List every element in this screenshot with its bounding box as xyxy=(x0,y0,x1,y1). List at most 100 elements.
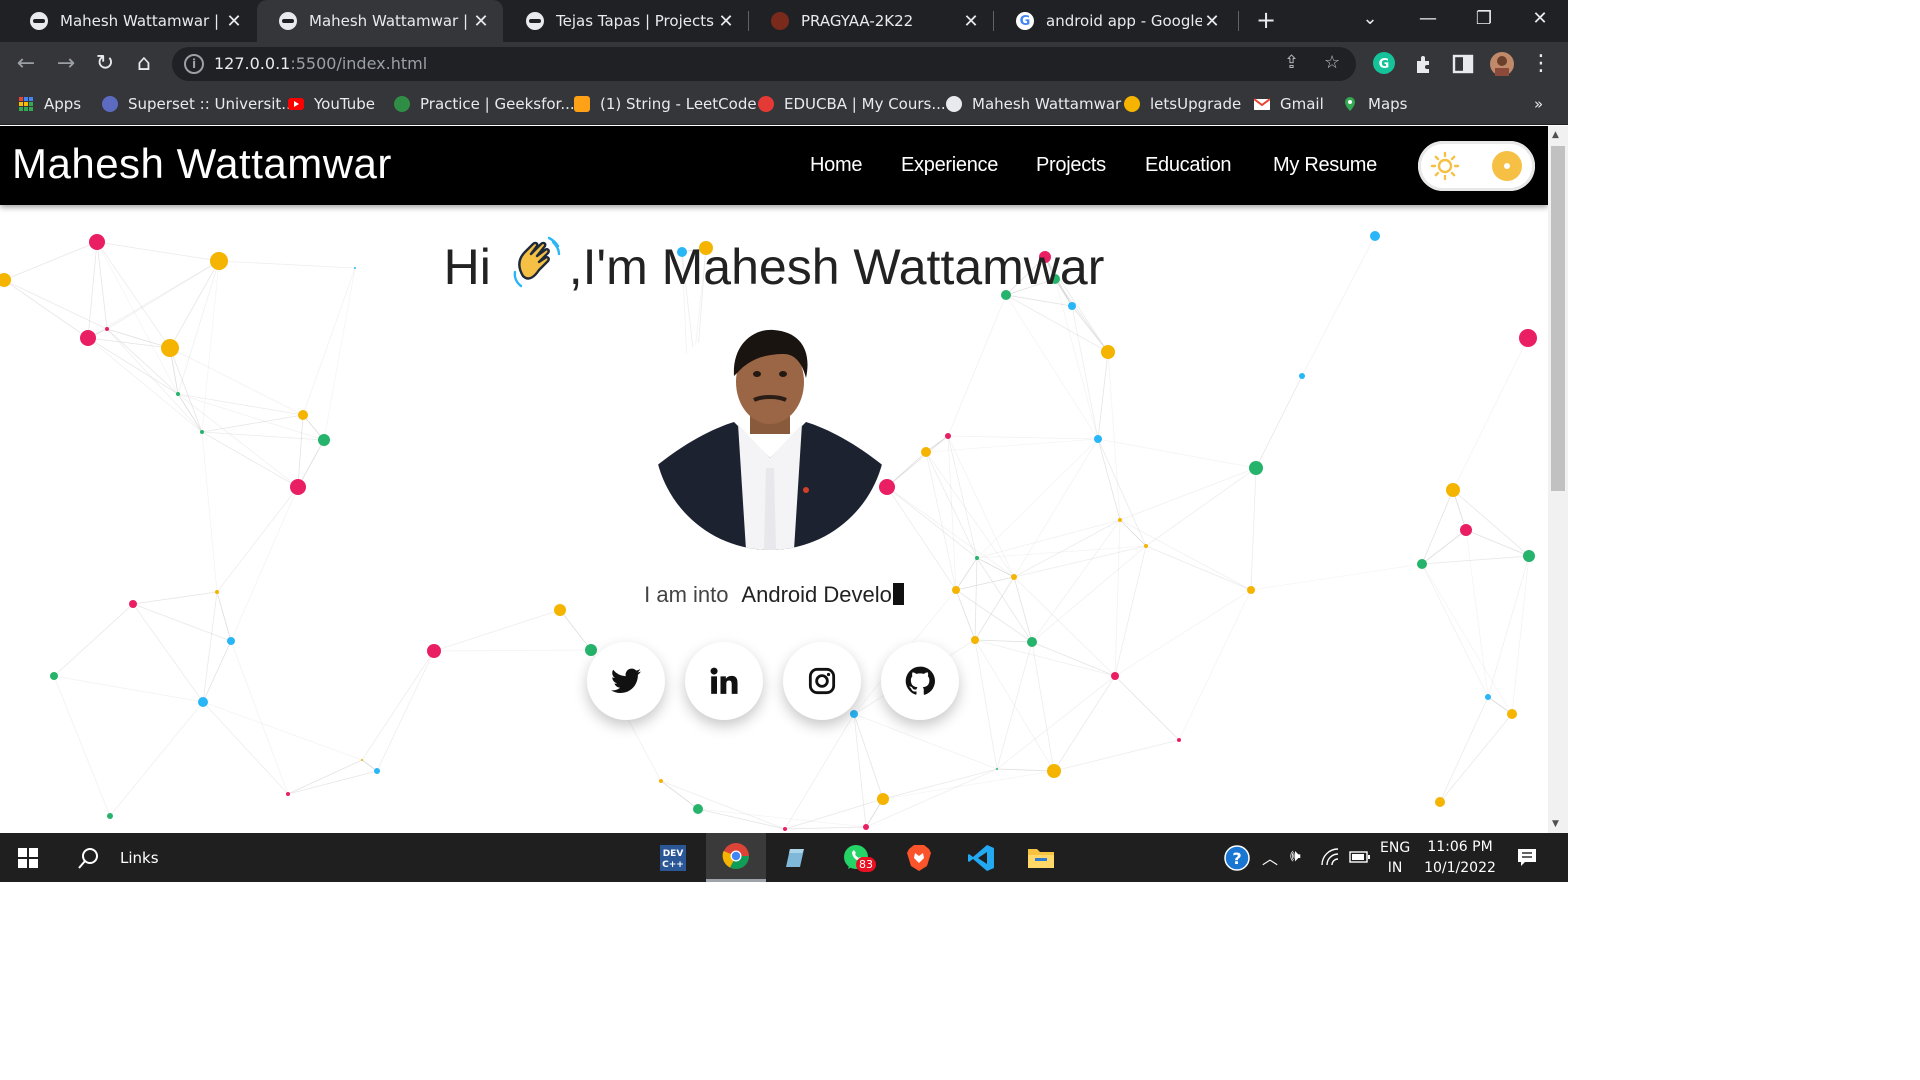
particle-link xyxy=(976,519,1121,559)
twitter-link[interactable] xyxy=(587,642,665,720)
show-hidden-icons-chevron-icon[interactable]: ︿ xyxy=(1262,845,1278,869)
tab-home[interactable]: Mahesh Wattamwar | Home ✕ xyxy=(257,0,503,42)
nav-projects[interactable]: Projects xyxy=(1036,154,1106,177)
restore-button[interactable]: ❐ xyxy=(1456,0,1512,42)
notifications-icon[interactable] xyxy=(1517,848,1537,868)
grammarly-icon[interactable]: G xyxy=(1373,52,1395,74)
wifi-icon[interactable] xyxy=(1320,848,1340,866)
windows-start-icon[interactable] xyxy=(18,848,38,868)
nav-home[interactable]: Home xyxy=(810,154,862,177)
help-icon[interactable]: ? xyxy=(1224,845,1250,871)
tab-pragyaa[interactable]: PRAGYAA-2K22 ✕ xyxy=(749,0,993,42)
particle-link xyxy=(1031,519,1121,643)
svg-text:G: G xyxy=(1379,57,1390,72)
taskbar-chrome[interactable] xyxy=(706,833,766,882)
close-tab-icon[interactable]: ✕ xyxy=(224,11,244,32)
particle-link xyxy=(216,486,299,593)
side-panel-icon[interactable] xyxy=(1452,53,1474,75)
close-tab-icon[interactable]: ✕ xyxy=(1202,11,1222,32)
reload-icon[interactable]: ↻ xyxy=(91,50,119,78)
particle-link xyxy=(947,435,978,559)
site-info-icon[interactable]: i xyxy=(184,54,204,74)
close-window-button[interactable]: ✕ xyxy=(1512,0,1568,42)
educba-icon xyxy=(758,96,774,112)
taskbar-file-explorer[interactable] xyxy=(1014,833,1068,882)
particle-dot xyxy=(286,792,290,796)
particle-link xyxy=(106,328,171,349)
search-icon[interactable] xyxy=(78,847,100,869)
taskbar-notes[interactable] xyxy=(770,833,820,882)
bookmark-star-icon[interactable]: ☆ xyxy=(1324,52,1340,73)
bookmark-educba[interactable]: EDUCBA | My Cours... xyxy=(758,94,946,114)
bookmarks-overflow-button[interactable]: » xyxy=(1534,94,1543,114)
taskbar-search-label[interactable]: Links xyxy=(120,849,159,867)
tab-google-search[interactable]: G android app - Google Search ✕ xyxy=(994,0,1234,42)
tab-title: Mahesh Wattamwar | Projects xyxy=(60,12,224,30)
bookmark-superset[interactable]: Superset :: Universit... xyxy=(102,94,296,114)
nav-experience[interactable]: Experience xyxy=(901,154,998,177)
taskbar-devcpp[interactable]: DEV C++ xyxy=(648,833,698,882)
github-link[interactable] xyxy=(881,642,959,720)
particle-link xyxy=(1511,555,1530,715)
tab-title: PRAGYAA-2K22 xyxy=(801,12,914,30)
scroll-up-arrow-icon[interactable]: ▲ xyxy=(1552,130,1559,140)
clock[interactable]: 11:06 PM 10/1/2022 xyxy=(1424,837,1496,879)
close-tab-icon[interactable]: ✕ xyxy=(471,11,491,32)
particle-dot xyxy=(1011,574,1017,580)
scrollbar-thumb[interactable] xyxy=(1551,146,1565,491)
bookmark-gmail[interactable]: Gmail xyxy=(1254,94,1324,114)
particle-dot xyxy=(1027,637,1037,647)
particle-link xyxy=(202,591,218,703)
home-icon[interactable]: ⌂ xyxy=(130,50,158,78)
particle-link xyxy=(1465,529,1530,557)
theme-toggle[interactable] xyxy=(1418,141,1535,191)
particle-dot xyxy=(50,672,58,680)
new-tab-button[interactable]: + xyxy=(1252,6,1280,34)
particle-dot xyxy=(1047,764,1061,778)
extensions-puzzle-icon[interactable] xyxy=(1413,53,1435,75)
site-brand[interactable]: Mahesh Wattamwar xyxy=(12,140,392,188)
particle-link xyxy=(853,713,998,770)
particle-link xyxy=(784,826,867,830)
particle-link xyxy=(947,435,1099,440)
bookmark-label: YouTube xyxy=(314,95,375,113)
linkedin-link[interactable] xyxy=(685,642,763,720)
battery-icon[interactable] xyxy=(1349,851,1371,863)
close-tab-icon[interactable]: ✕ xyxy=(961,11,981,32)
particle-link xyxy=(1421,529,1467,565)
profile-avatar[interactable] xyxy=(1490,52,1514,76)
particle-dot xyxy=(298,410,308,420)
bookmark-letsupgrade[interactable]: letsUpgrade xyxy=(1124,94,1241,114)
bookmark-apps[interactable]: Apps xyxy=(18,94,81,114)
particle-link xyxy=(976,557,1015,578)
taskbar-brave[interactable] xyxy=(892,833,946,882)
nav-my-resume[interactable]: My Resume xyxy=(1273,154,1377,177)
particle-link xyxy=(1107,351,1121,521)
bookmark-maps[interactable]: Maps xyxy=(1342,94,1407,114)
bookmark-geeksforgeeks[interactable]: Practice | Geeksfor... xyxy=(394,94,575,114)
particle-dot xyxy=(176,392,180,396)
tab-search-chevron-icon[interactable]: ⌄ xyxy=(1342,0,1398,42)
bookmark-mahesh[interactable]: Mahesh Wattamwar xyxy=(946,94,1121,114)
tab-tejas-projects[interactable]: Tejas Tapas | Projects ✕ xyxy=(504,0,748,42)
minimize-button[interactable]: — xyxy=(1400,0,1456,42)
tab-projects[interactable]: Mahesh Wattamwar | Projects ✕ xyxy=(8,0,256,42)
nav-education[interactable]: Education xyxy=(1145,154,1232,177)
input-language[interactable]: ENG IN xyxy=(1380,838,1410,878)
forward-arrow-icon[interactable]: → xyxy=(52,50,80,78)
page-scrollbar[interactable]: ▲ ▼ xyxy=(1548,126,1568,833)
bookmark-leetcode[interactable]: (1) String - LeetCode xyxy=(574,94,757,114)
scroll-down-arrow-icon[interactable]: ▼ xyxy=(1552,819,1559,829)
volume-icon[interactable]: 🕪 xyxy=(1290,846,1301,866)
bookmark-youtube[interactable]: YouTube xyxy=(288,94,375,114)
share-icon[interactable]: ⇪ xyxy=(1284,52,1299,73)
address-bar[interactable]: i 127.0.0.1:5500/index.html ⇪ ☆ xyxy=(172,47,1356,81)
chrome-menu-icon[interactable]: ⋮ xyxy=(1527,50,1555,78)
close-tab-icon[interactable]: ✕ xyxy=(716,11,736,32)
taskbar-vscode[interactable] xyxy=(954,833,1008,882)
taskbar-whatsapp[interactable]: 83 xyxy=(830,833,884,882)
typing-text: Android Develo xyxy=(741,582,892,607)
brave-icon xyxy=(907,844,931,871)
instagram-link[interactable] xyxy=(783,642,861,720)
back-arrow-icon[interactable]: ← xyxy=(12,50,40,78)
